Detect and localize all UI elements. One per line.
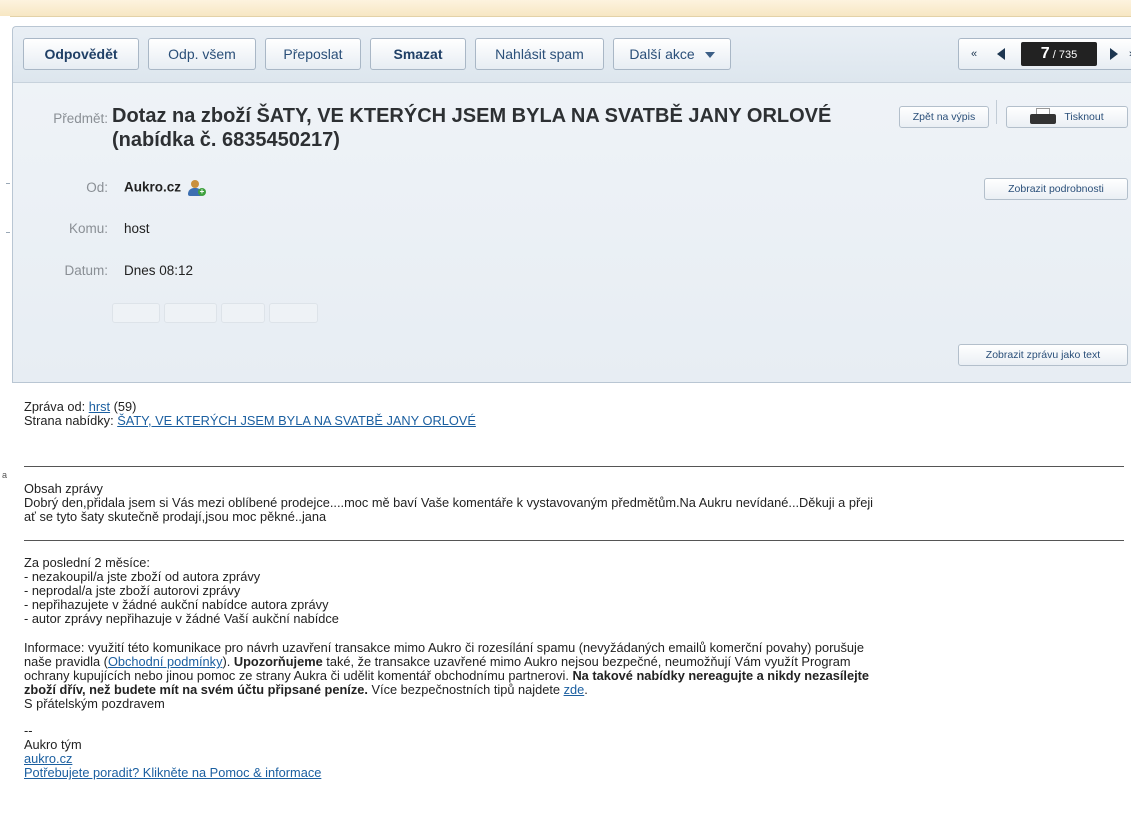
message-date: Dnes 08:12 [124,263,194,278]
terms-link[interactable]: Obchodní podmínky [108,654,223,669]
print-button[interactable]: Tisknout [1006,106,1128,128]
divider [24,466,1124,467]
current-message-number: 7 [1040,45,1050,62]
first-page-icon[interactable]: « [963,39,985,69]
message-toolbar: Odpovědět Odp. všem Přeposlat Smazat Nah… [13,27,1131,83]
aukro-site-link[interactable]: aukro.cz [24,751,72,766]
info-text: ochrany kupujících nebo jinou pomoc ze s… [24,668,573,683]
info-text: naše pravidla ( [24,654,108,669]
from-label: Od: [86,180,108,195]
info-bold: zboží dřív, než budete mít na svém účtu … [24,682,368,697]
date-label: Datum: [64,263,108,278]
show-details-button[interactable]: Zobrazit podrobnosti [984,178,1128,200]
tag-reply[interactable]: odepsat [268,303,319,323]
info-bold: Upozorňujeme [233,654,323,669]
message-subject: Dotaz na zboží ŠATY, VE KTERÝCH JSEM BYL… [112,105,832,151]
label-tags: důležité pracovní osobní odepsat [112,302,322,323]
info-text: . [584,682,588,697]
add-contact-icon[interactable]: + [187,179,207,197]
to-label: Komu: [68,221,108,236]
prev-message-icon[interactable] [989,39,1013,69]
subject-label: Předmět: [53,111,108,126]
printer-icon [1030,108,1057,126]
reply-button[interactable]: Odpovědět [23,38,139,70]
next-message-icon[interactable] [1105,39,1123,69]
security-tips-link[interactable]: zde [564,682,585,697]
offer-prefix: Strana nabídky: [24,413,118,428]
help-link[interactable]: Potřebujete poradit? Klikněte na Pomoc &… [24,765,321,780]
offer-line: Strana nabídky: ŠATY, VE KTERÝCH JSEM BY… [24,413,476,428]
message-header-panel: Odpovědět Odp. všem Přeposlat Smazat Nah… [12,26,1131,383]
info-text: Více bezpečnostních tipů najdete [367,682,564,697]
regards: S přátelským pozdravem [24,696,165,711]
delete-button[interactable]: Smazat [370,38,466,70]
info-text: ). [222,654,234,669]
show-as-text-button[interactable]: Zobrazit zprávu jako text [958,344,1128,366]
last-page-icon[interactable]: » [1125,39,1131,69]
stats-item: - autor zprávy nepřihazuje v žádné Vaší … [24,611,339,626]
sender-user-link[interactable]: hrst [89,399,110,414]
message-pager: « 7 / 735 » [958,38,1131,70]
sender-rating: (59) [110,399,137,414]
report-spam-button[interactable]: Nahlásit spam [475,38,604,70]
more-actions-dropdown[interactable]: Další akce [613,38,731,70]
info-text: také, že transakce uzavřené mimo Aukro n… [322,654,851,669]
from-prefix: Zpráva od: [24,399,89,414]
info-bold: Na takové nabídky nereagujte a nikdy nez… [572,668,870,683]
print-label: Tisknout [1064,111,1104,123]
more-actions-label: Další akce [629,46,695,62]
divider [996,100,997,124]
forward-button[interactable]: Přeposlat [265,38,361,70]
offer-link[interactable]: ŠATY, VE KTERÝCH JSEM BYLA NA SVATBĚ JAN… [117,413,476,428]
chevron-down-icon [704,52,715,59]
tag-work[interactable]: pracovní [164,303,217,323]
back-to-list-button[interactable]: Zpět na výpis [899,106,989,128]
divider [24,540,1124,541]
content-line: ať se tyto šaty skutečně prodají,jsou mo… [24,509,327,524]
from-sender-name: Aukro.cz [124,179,182,195]
from-sender: Aukro.cz + [124,179,207,197]
total-messages: / 735 [1052,49,1078,61]
tag-important[interactable]: důležité [112,303,161,323]
left-edge [0,16,10,825]
reply-all-button[interactable]: Odp. všem [148,38,256,70]
left-edge-mark: a [2,470,8,480]
to-recipient: host [124,221,150,236]
message-counter: 7 / 735 [1021,42,1097,66]
top-bar [0,0,1131,17]
tag-personal[interactable]: osobní [220,303,265,323]
